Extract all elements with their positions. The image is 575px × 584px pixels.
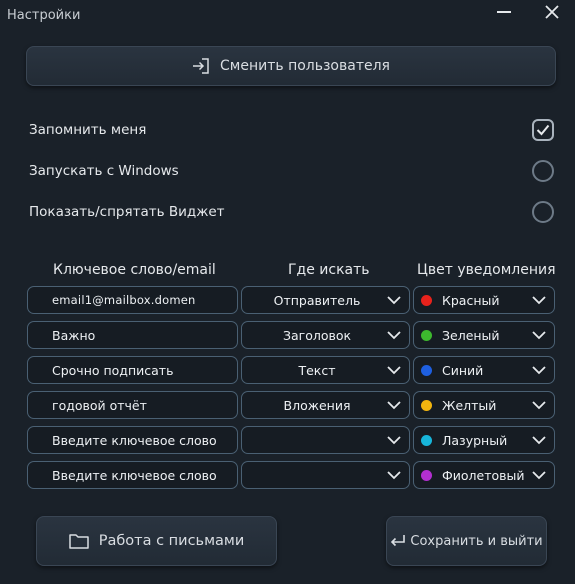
where-dropdown[interactable]: Заголовок bbox=[241, 321, 410, 349]
color-value: Лазурный bbox=[442, 432, 508, 448]
close-icon bbox=[545, 5, 559, 19]
where-dropdown[interactable] bbox=[241, 426, 410, 454]
chevron-down-icon bbox=[387, 471, 401, 480]
keyword-value: email1@mailbox.domen bbox=[52, 293, 196, 307]
color-dot-icon bbox=[421, 364, 432, 376]
minimize-icon bbox=[497, 11, 511, 13]
close-button[interactable] bbox=[538, 0, 566, 24]
enter-arrow-icon bbox=[390, 534, 406, 548]
mail-work-button[interactable]: Работа с письмами bbox=[36, 516, 277, 566]
switch-user-label: Сменить пользователя bbox=[220, 58, 390, 74]
color-value: Зеленый bbox=[442, 327, 500, 343]
minimize-button[interactable] bbox=[490, 0, 518, 24]
keyword-input[interactable]: Важно bbox=[27, 321, 238, 349]
keyword-value: Важно bbox=[52, 327, 96, 343]
chevron-down-icon bbox=[387, 436, 401, 445]
keyword-input[interactable]: Срочно подписать bbox=[27, 356, 238, 384]
where-dropdown[interactable]: Отправитель bbox=[241, 286, 410, 314]
save-exit-button[interactable]: Сохранить и выйти bbox=[386, 516, 547, 566]
chevron-down-icon bbox=[387, 401, 401, 410]
color-value: Синий bbox=[442, 362, 484, 378]
keyword-value: годовой отчёт bbox=[52, 397, 147, 413]
keyword-value: Срочно подписать bbox=[52, 362, 174, 378]
keyword-input[interactable]: Введите ключевое слово bbox=[27, 461, 238, 489]
startup-checkbox[interactable] bbox=[532, 160, 554, 182]
widget-toggle-label: Показать/спрятать Виджет bbox=[29, 204, 225, 220]
where-value: Текст bbox=[298, 362, 336, 378]
color-dot-icon bbox=[421, 329, 432, 341]
color-value: Красный bbox=[442, 292, 500, 308]
remember-me-label: Запомнить меня bbox=[29, 122, 147, 138]
color-dropdown[interactable]: Лазурный bbox=[413, 426, 555, 454]
keyword-input[interactable]: email1@mailbox.domen bbox=[27, 286, 238, 314]
color-dot-icon bbox=[421, 399, 432, 411]
keyword-value: Введите ключевое слово bbox=[52, 432, 217, 448]
chevron-down-icon bbox=[532, 436, 546, 445]
where-dropdown[interactable] bbox=[241, 461, 410, 489]
where-value: Вложения bbox=[283, 397, 351, 413]
where-dropdown[interactable]: Текст bbox=[241, 356, 410, 384]
color-dropdown[interactable]: Зеленый bbox=[413, 321, 555, 349]
color-dot-icon bbox=[421, 434, 432, 446]
window-title: Настройки bbox=[7, 8, 81, 23]
check-icon bbox=[536, 124, 550, 136]
color-value: Фиолетовый bbox=[442, 467, 525, 483]
widget-toggle-checkbox[interactable] bbox=[532, 201, 554, 223]
chevron-down-icon bbox=[532, 366, 546, 375]
color-dot-icon bbox=[421, 294, 432, 306]
color-dropdown[interactable]: Красный bbox=[413, 286, 555, 314]
folder-icon bbox=[68, 533, 89, 549]
color-dropdown[interactable]: Фиолетовый bbox=[413, 461, 555, 489]
where-column-header: Где искать bbox=[288, 262, 370, 278]
chevron-down-icon bbox=[532, 401, 546, 410]
chevron-down-icon bbox=[387, 296, 401, 305]
color-value: Желтый bbox=[442, 397, 497, 413]
where-value: Заголовок bbox=[282, 327, 352, 343]
chevron-down-icon bbox=[532, 296, 546, 305]
chevron-down-icon bbox=[532, 331, 546, 340]
title-bar: Настройки bbox=[0, 0, 575, 30]
color-dropdown[interactable]: Синий bbox=[413, 356, 555, 384]
chevron-down-icon bbox=[532, 471, 546, 480]
startup-label: Запускать с Windows bbox=[29, 163, 179, 179]
keyword-value: Введите ключевое слово bbox=[52, 467, 217, 483]
color-dropdown[interactable]: Желтый bbox=[413, 391, 555, 419]
switch-user-button[interactable]: Сменить пользователя bbox=[26, 46, 556, 86]
chevron-down-icon bbox=[387, 331, 401, 340]
sign-in-icon bbox=[192, 58, 210, 74]
save-exit-label: Сохранить и выйти bbox=[410, 533, 543, 549]
keyword-input[interactable]: годовой отчёт bbox=[27, 391, 238, 419]
keyword-column-header: Ключевое слово/email bbox=[53, 262, 216, 278]
where-dropdown[interactable]: Вложения bbox=[241, 391, 410, 419]
chevron-down-icon bbox=[387, 366, 401, 375]
color-column-header: Цвет уведомления bbox=[417, 262, 556, 278]
mail-work-label: Работа с письмами bbox=[98, 533, 245, 549]
remember-me-checkbox[interactable] bbox=[532, 119, 554, 141]
where-value: Отправитель bbox=[273, 292, 361, 308]
keyword-input[interactable]: Введите ключевое слово bbox=[27, 426, 238, 454]
color-dot-icon bbox=[421, 469, 432, 481]
